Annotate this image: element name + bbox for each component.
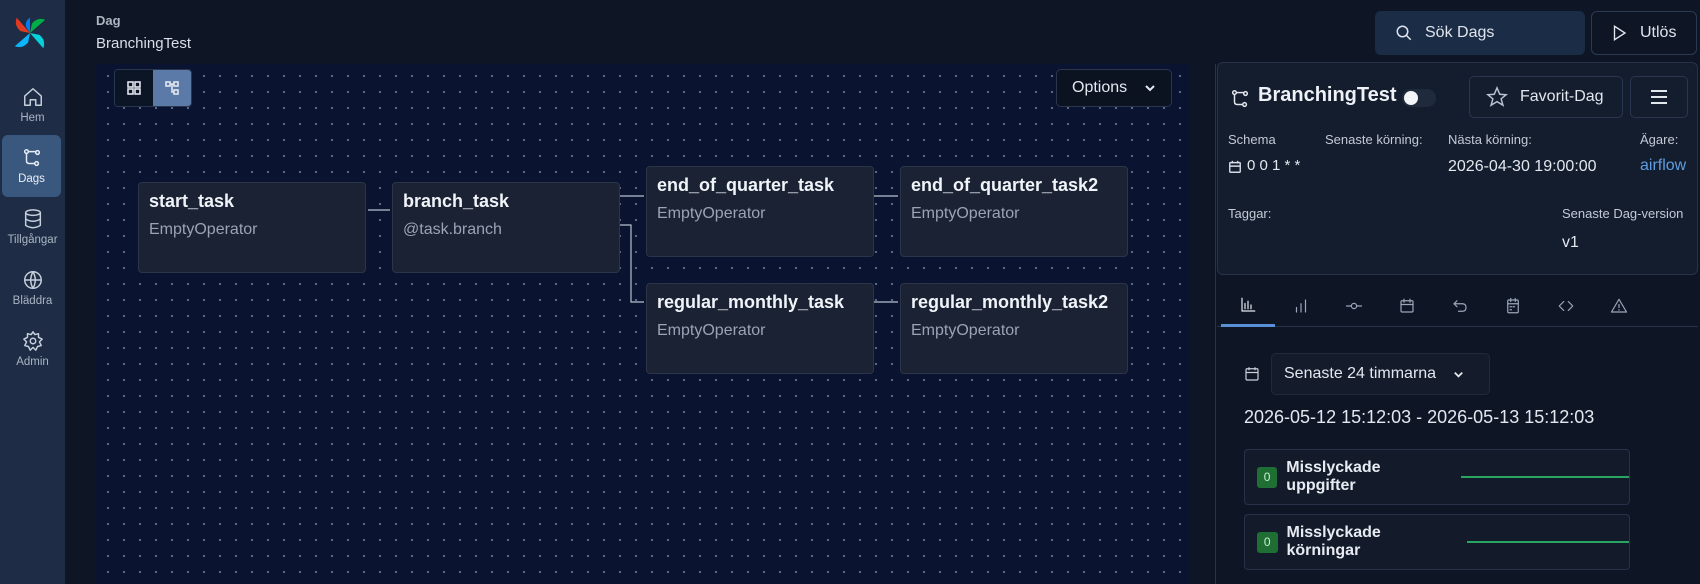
bar-chart-icon xyxy=(1295,299,1307,313)
calendar-icon xyxy=(1229,160,1241,173)
trigger-button[interactable]: Utlös xyxy=(1591,11,1697,55)
favorite-dag-button[interactable]: Favorit-Dag xyxy=(1469,76,1623,118)
failed-tasks-stat[interactable]: 0 Misslyckade uppgifter xyxy=(1244,449,1630,505)
version-value: v1 xyxy=(1562,234,1579,251)
tags-label: Taggar: xyxy=(1228,206,1272,221)
nav-item-assets[interactable]: Tillgångar xyxy=(0,196,65,258)
nav-item-label: Admin xyxy=(16,356,49,368)
nav-item-label: Hem xyxy=(20,112,45,124)
task-operator: EmptyOperator xyxy=(911,205,1020,222)
owner-link[interactable]: airflow xyxy=(1640,157,1686,175)
failed-runs-stat[interactable]: 0 Misslyckade körningar xyxy=(1244,514,1630,570)
panel-divider[interactable] xyxy=(1215,64,1216,584)
calendar-icon xyxy=(1400,298,1414,313)
task-node-end-of-quarter-task2[interactable]: end_of_quarter_task2 EmptyOperator xyxy=(900,166,1128,257)
pause-toggle[interactable] xyxy=(1402,89,1436,107)
count-badge: 0 xyxy=(1257,531,1278,553)
nav-item-label: Tillgångar xyxy=(7,234,58,246)
time-range-label: Senaste 24 timmarna xyxy=(1284,365,1437,382)
airflow-logo-icon[interactable] xyxy=(11,14,49,52)
dags-icon xyxy=(1231,90,1249,108)
task-node-branch-task[interactable]: branch_task @task.branch xyxy=(392,182,620,273)
breadcrumb-section[interactable]: Dag xyxy=(96,13,121,28)
task-operator: EmptyOperator xyxy=(657,205,766,222)
graph-canvas[interactable]: Options start_task EmptyOperator branch_… xyxy=(96,64,1189,584)
schedule-label: Schema xyxy=(1228,132,1276,147)
task-operator: @task.branch xyxy=(403,221,502,238)
overview-icon xyxy=(1241,297,1256,312)
task-operator: EmptyOperator xyxy=(149,221,258,238)
dag-title: BranchingTest xyxy=(1258,84,1397,106)
nav-item-dags[interactable]: Dags xyxy=(2,135,61,197)
task-node-start-task[interactable]: start_task EmptyOperator xyxy=(138,182,366,273)
chevron-down-icon xyxy=(1454,371,1463,378)
search-icon xyxy=(1396,25,1412,41)
edge-branch-monthly xyxy=(620,224,644,303)
tab-warnings[interactable] xyxy=(1592,285,1646,327)
task-node-end-of-quarter-task[interactable]: end_of_quarter_task EmptyOperator xyxy=(646,166,874,257)
favorite-label: Favorit-Dag xyxy=(1520,88,1604,105)
clipboard-calendar-icon xyxy=(1507,297,1519,314)
undo-icon xyxy=(1453,300,1467,312)
sparkline xyxy=(1466,541,1629,543)
task-node-regular-monthly-task[interactable]: regular_monthly_task EmptyOperator xyxy=(646,283,874,374)
tab-events[interactable] xyxy=(1486,285,1540,327)
sparkline xyxy=(1460,476,1629,478)
task-title: regular_monthly_task2 xyxy=(911,292,1109,312)
task-title: branch_task xyxy=(403,191,510,211)
task-title: start_task xyxy=(149,191,235,211)
next-run-label: Nästa körning: xyxy=(1448,132,1532,147)
globe-icon xyxy=(23,271,42,289)
gear-icon xyxy=(22,331,43,351)
time-range-select[interactable]: Senaste 24 timmarna xyxy=(1271,353,1490,395)
tab-tasks[interactable] xyxy=(1327,285,1381,327)
count-badge: 0 xyxy=(1257,466,1278,488)
task-title: regular_monthly_task xyxy=(657,292,845,312)
nav-item-label: Bläddra xyxy=(12,295,53,307)
tab-code[interactable] xyxy=(1539,285,1593,327)
search-label: Sök Dags xyxy=(1425,24,1495,41)
task-operator: EmptyOperator xyxy=(911,322,1020,339)
schedule-value: 0 0 1 * * xyxy=(1247,157,1301,174)
task-title: end_of_quarter_task2 xyxy=(911,175,1099,195)
next-run-value: 2026-04-30 19:00:00 xyxy=(1448,158,1597,175)
menu-button[interactable] xyxy=(1630,76,1688,118)
nav-item-label: Dags xyxy=(18,173,45,185)
star-icon xyxy=(1486,86,1508,107)
last-run-label: Senaste körning: xyxy=(1325,132,1423,147)
date-range-text: 2026-05-12 15:12:03 - 2026-05-13 15:12:0… xyxy=(1244,407,1595,427)
task-node-regular-monthly-task2[interactable]: regular_monthly_task2 EmptyOperator xyxy=(900,283,1128,374)
commit-icon xyxy=(1345,302,1363,310)
owner-label: Ägare: xyxy=(1640,132,1679,147)
task-title: end_of_quarter_task xyxy=(657,175,835,195)
calendar-icon xyxy=(1245,367,1259,381)
details-tabs xyxy=(1217,285,1698,327)
version-label: Senaste Dag-version xyxy=(1562,206,1684,221)
breadcrumb-dag-name: BranchingTest xyxy=(96,35,192,52)
play-icon xyxy=(1613,25,1627,41)
home-icon xyxy=(23,88,42,106)
tab-runs[interactable] xyxy=(1274,285,1328,327)
trigger-label: Utlös xyxy=(1640,24,1677,41)
hamburger-menu-icon xyxy=(1651,90,1667,104)
stat-label: Misslyckade körningar xyxy=(1286,524,1381,559)
stat-label: Misslyckade uppgifter xyxy=(1286,459,1381,494)
nav-item-admin[interactable]: Admin xyxy=(0,318,65,380)
sidebar-nav: Hem Dags Tillgångar Bläddra Admin xyxy=(0,0,65,584)
task-operator: EmptyOperator xyxy=(657,322,766,339)
database-icon xyxy=(24,209,41,229)
search-dags-button[interactable]: Sök Dags xyxy=(1375,11,1585,55)
warning-icon xyxy=(1610,298,1628,313)
code-icon xyxy=(1558,300,1574,312)
nav-item-browse[interactable]: Bläddra xyxy=(0,257,65,319)
tab-overview[interactable] xyxy=(1221,285,1275,327)
tab-backfills[interactable] xyxy=(1433,285,1487,327)
dags-icon xyxy=(23,149,40,167)
nav-item-home[interactable]: Hem xyxy=(0,74,65,136)
tab-calendar[interactable] xyxy=(1380,285,1434,327)
toggle-knob xyxy=(1404,91,1418,105)
